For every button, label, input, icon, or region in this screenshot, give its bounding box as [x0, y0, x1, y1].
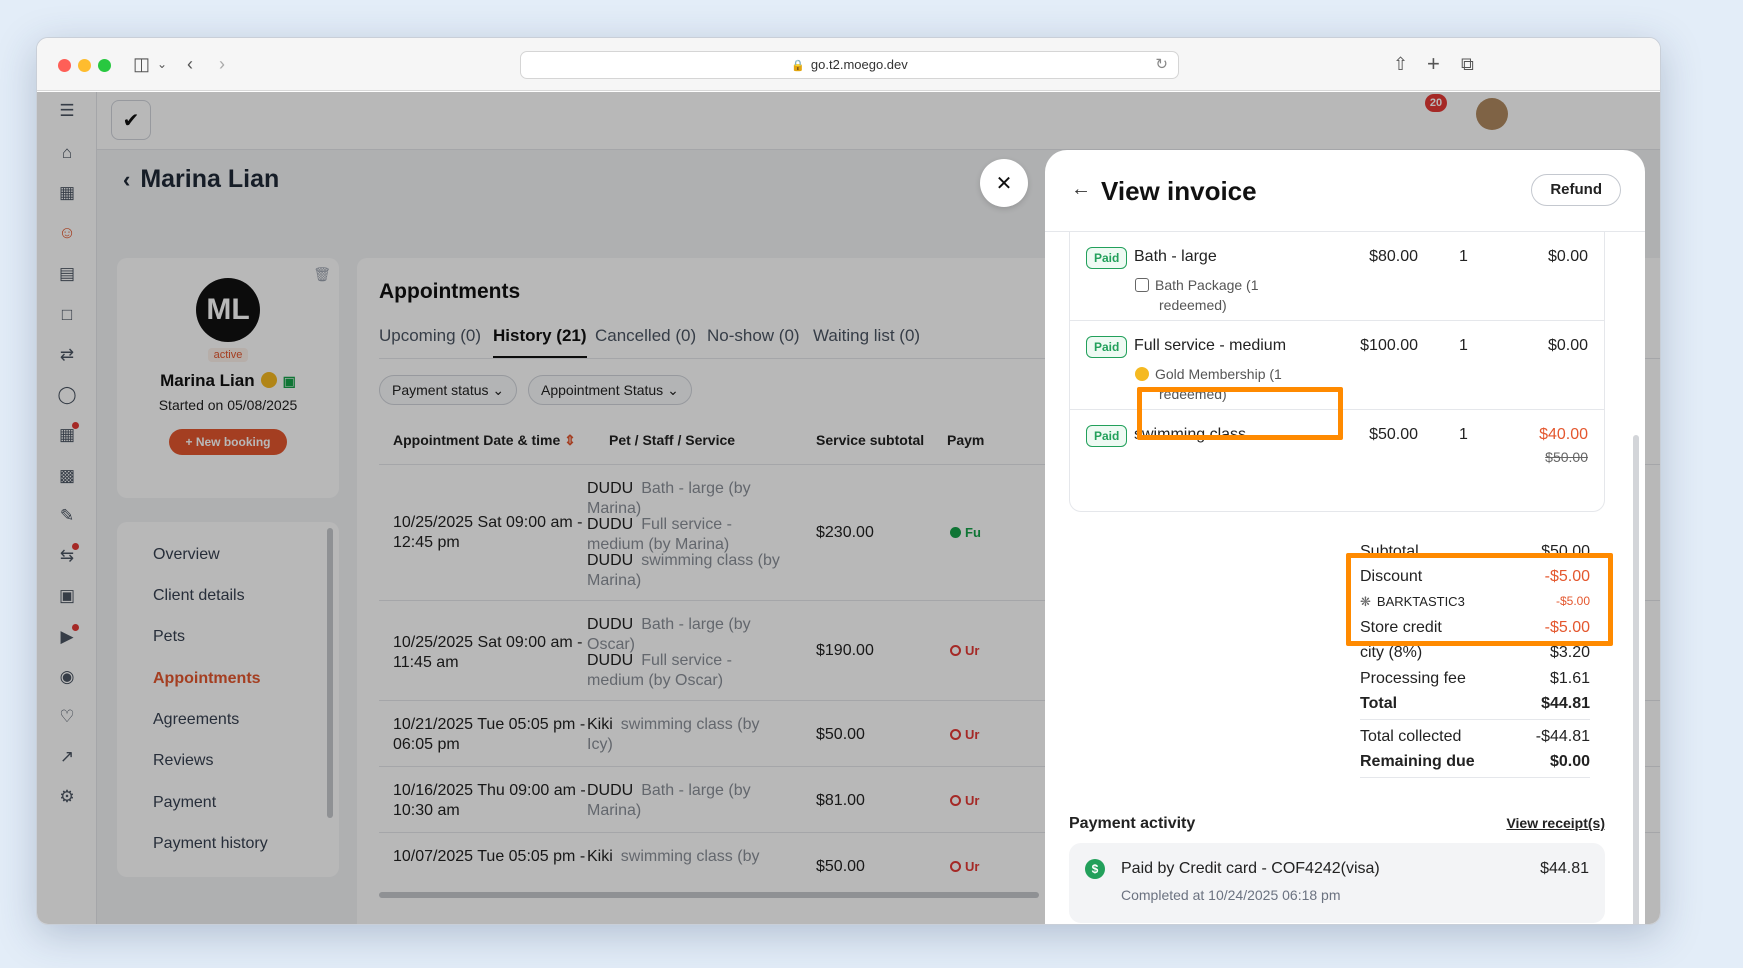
item-qty: 1	[1459, 248, 1468, 265]
browser-titlebar: ◫ ⌄ ‹ › 🔒 go.t2.moego.dev ↻ ⇧ + ⧉	[37, 38, 1660, 91]
view-receipts-link[interactable]: View receipt(s)	[1506, 815, 1605, 831]
paid-tag: Paid	[1086, 425, 1128, 447]
url-bar[interactable]: 🔒 go.t2.moego.dev ↻	[520, 51, 1179, 79]
item-total: $0.00	[1547, 337, 1588, 354]
item-price: $50.00	[1369, 426, 1418, 443]
item-name: Bath - large	[1134, 248, 1217, 265]
summary-divider	[1360, 777, 1590, 778]
item-price: $100.00	[1360, 337, 1418, 354]
item-qty: 1	[1459, 337, 1468, 354]
item-name: Full service - medium	[1134, 337, 1287, 354]
item-qty: 1	[1459, 426, 1468, 443]
app-area: ☰ ⌂ ▦ ☺ ▤ □ ⇄ ◯ ▦ ▩ ✎ ⇆ ▣ ▶ ◉ ♡ ↗ ⚙ ✔ 20…	[37, 92, 1660, 924]
item-price: $80.00	[1369, 248, 1418, 265]
discount-highlight	[1346, 553, 1613, 646]
item-total: $40.00	[1539, 426, 1588, 443]
invoice-title: View invoice	[1101, 176, 1257, 206]
close-icon: ✕	[995, 172, 1013, 195]
tax-row: city (8%) $3.20	[1360, 644, 1590, 661]
minimize-window-button[interactable]	[78, 59, 91, 72]
summary-divider	[1360, 719, 1590, 720]
maximize-window-button[interactable]	[98, 59, 111, 72]
item-original-total: $50.00	[1545, 449, 1588, 465]
back-arrow-icon[interactable]: ←	[1071, 178, 1091, 201]
drawer-scrollbar[interactable]	[1633, 435, 1639, 924]
paid-tag: Paid	[1086, 247, 1128, 269]
invoice-header: ← View invoice Refund	[1045, 150, 1645, 232]
dollar-icon: $	[1085, 859, 1105, 879]
invoice-drawer: ← View invoice Refund Paid Bath - large …	[1045, 150, 1645, 924]
share-icon[interactable]: ⇧	[1393, 52, 1408, 76]
refund-button[interactable]: Refund	[1531, 174, 1621, 206]
package-icon	[1135, 278, 1149, 292]
payment-entry-title: Paid by Credit card - COF4242(visa)	[1121, 860, 1380, 877]
invoice-items: Paid Bath - large Bath Package (1 redeeme…	[1069, 232, 1605, 512]
tab-overview-icon[interactable]: ⧉	[1461, 52, 1474, 76]
sidebar-toggle-icon[interactable]: ◫	[133, 52, 150, 76]
browser-window: ◫ ⌄ ‹ › 🔒 go.t2.moego.dev ↻ ⇧ + ⧉ ☰ ⌂ ▦ ☺…	[36, 37, 1661, 925]
close-window-button[interactable]	[58, 59, 71, 72]
url-text: go.t2.moego.dev	[810, 57, 908, 72]
paid-tag: Paid	[1086, 336, 1128, 358]
payment-activity-title: Payment activity	[1069, 815, 1196, 832]
forward-nav-icon[interactable]: ›	[219, 52, 225, 76]
chevron-down-icon[interactable]: ⌄	[157, 52, 167, 76]
payment-entry: $ Paid by Credit card - COF4242(visa) Co…	[1069, 843, 1605, 923]
membership-highlight	[1137, 387, 1343, 440]
membership-icon	[1135, 367, 1149, 381]
item-package: Bath Package (1 redeemed)	[1135, 275, 1295, 315]
payment-entry-completed: Completed at 10/24/2025 06:18 pm	[1121, 887, 1341, 903]
back-nav-icon[interactable]: ‹	[187, 52, 193, 76]
new-tab-icon[interactable]: +	[1427, 52, 1440, 76]
item-total: $0.00	[1547, 248, 1588, 265]
reload-icon[interactable]: ↻	[1155, 52, 1168, 78]
lock-icon: 🔒	[791, 60, 805, 72]
invoice-item-row: Paid Bath - large Bath Package (1 redeeme…	[1070, 232, 1604, 321]
close-drawer-button[interactable]: ✕	[980, 159, 1028, 207]
payment-entry-amount: $44.81	[1540, 860, 1589, 877]
